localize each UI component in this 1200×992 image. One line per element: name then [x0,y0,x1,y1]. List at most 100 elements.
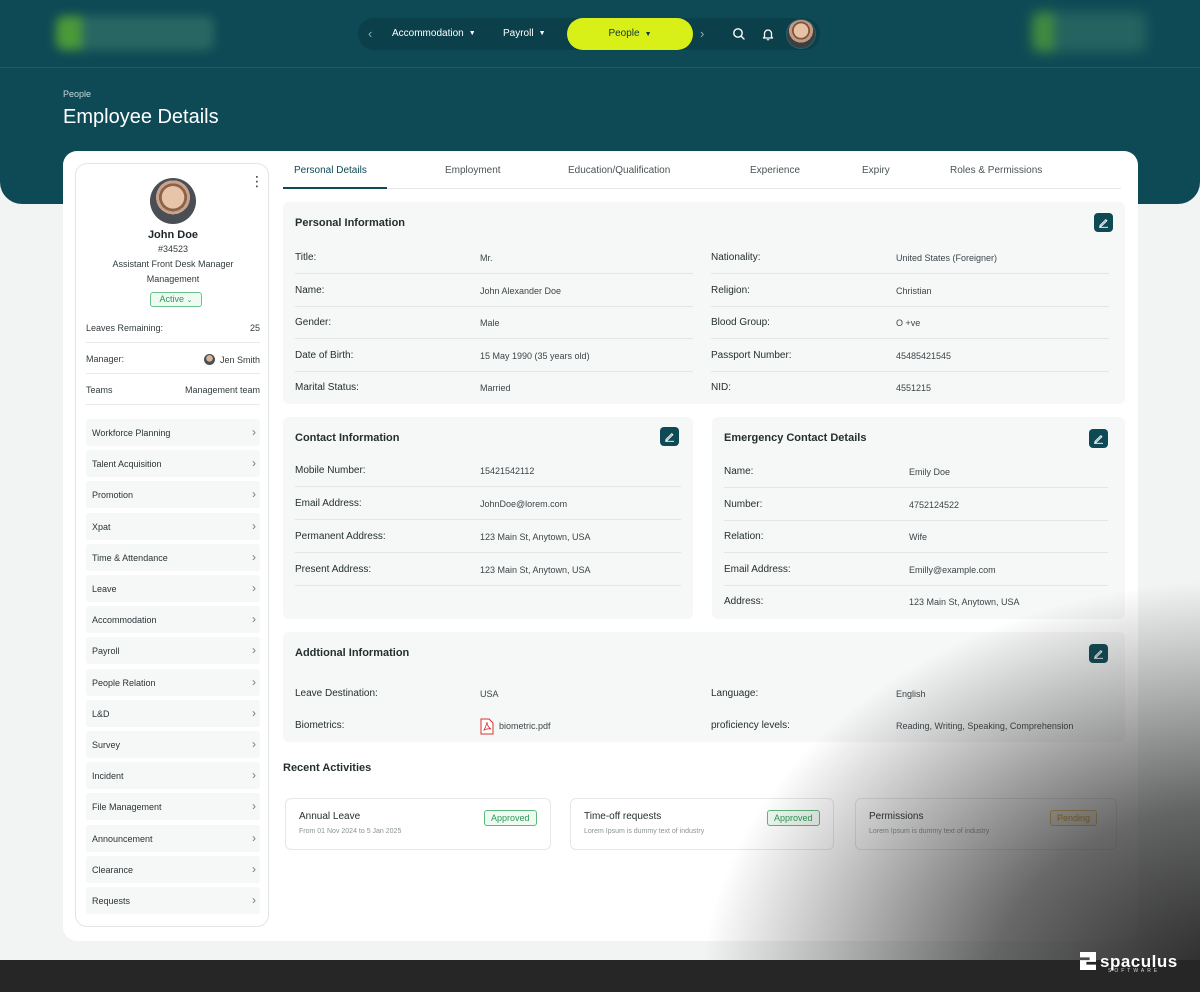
info-row: Title: Mr. [295,242,693,274]
row-label: Teams [86,385,113,395]
menu-item-label: Talent Acquisition [92,459,162,470]
contact-information-section: Contact Information Mobile Number: 154215… [283,417,693,619]
chevron-right-icon: › [252,674,256,689]
menu-item-requests[interactable]: Requests › [86,887,260,914]
edit-emergency-button[interactable] [1089,429,1108,448]
tab-employment[interactable]: Employment [445,165,501,176]
menu-item-survey[interactable]: Survey › [86,731,260,758]
menu-item-label: Accommodation [92,615,157,626]
row-value: 123 Main St, Anytown, USA [480,565,591,575]
activity-title: Time-off requests [584,811,662,822]
tab-experience[interactable]: Experience [750,165,800,176]
menu-item-label: Payroll [92,646,120,657]
bell-icon[interactable] [760,26,776,42]
row-label: Leave Destination: [295,688,378,699]
status-dropdown[interactable]: Active ⌄ [150,292,202,307]
menu-item-talent-acquisition[interactable]: Talent Acquisition › [86,450,260,478]
row-value: Male [480,318,500,328]
menu-item-file-management[interactable]: File Management › [86,793,260,821]
user-profile-menu[interactable] [1032,12,1146,52]
chevron-right-icon: › [252,893,256,907]
row-label: Nationality: [711,252,761,263]
menu-item-incident[interactable]: Incident › [86,762,260,790]
employee-role: Assistant Front Desk Manager [112,259,234,269]
row-label: Number: [724,498,763,510]
edit-personal-button[interactable] [1094,213,1113,232]
nav-next-icon[interactable]: › [700,27,704,41]
activity-title: Annual Leave [299,811,361,822]
info-row: proficiency levels: Reading, Writing, Sp… [711,710,1109,742]
chevron-right-icon: › [252,612,256,627]
row-label: Marital Status: [295,382,359,393]
row-label: Name: [724,466,754,477]
row-label: Date of Birth: [295,349,354,361]
caret-down-icon: ▼ [538,30,546,37]
edit-contact-button[interactable] [660,427,679,446]
teams-row: Teams Management team [86,375,260,405]
menu-item-promotion[interactable]: Promotion › [86,481,260,509]
avatar[interactable] [786,19,816,49]
menu-item-clearance[interactable]: Clearance › [86,855,260,883]
avatar [203,354,215,365]
menu-item-label: Promotion [92,490,134,501]
tab-personal-details[interactable]: Personal Details [294,165,367,176]
row-label: Email Address: [724,563,791,575]
row-value: USA [480,689,499,699]
tab-expiry[interactable]: Expiry [862,165,890,176]
info-row: Nationality: United States (Foreigner) [711,242,1109,274]
info-row: Relation: Wife [724,521,1108,553]
nav-item-accommodation[interactable]: Accommodation ▼ [392,27,476,41]
menu-item-workforce-planning[interactable]: Workforce Planning › [86,419,260,446]
chevron-right-icon: › [252,518,256,533]
info-row: Leave Destination: USA [295,678,693,710]
top-navigation: ‹ Accommodation ▼ Payroll ▼ People ▼ › [358,18,820,50]
search-icon[interactable] [731,26,747,42]
edit-additional-button[interactable] [1089,644,1108,663]
section-title: Personal Information [295,217,406,229]
file-name: biometric.pdf [499,721,551,731]
row-value: 123 Main St, Anytown, USA [480,532,591,542]
activity-card[interactable]: Permissions Lorem Ipsum is dummy text of … [855,798,1117,850]
menu-item-leave[interactable]: Leave › [86,575,260,602]
emergency-contact-section: Emergency Contact Details Name: Emily Doe… [712,417,1125,619]
activity-title: Permissions [869,811,924,822]
menu-item-time-attendance[interactable]: Time & Attendance › [86,543,260,571]
manager-link[interactable]: Jen Smith [203,354,260,365]
info-row: Mobile Number: 15421542112 [295,455,681,487]
tab-education[interactable]: Education/Qualification [568,165,670,176]
row-value: United States (Foreigner) [896,253,998,263]
row-value: Reading, Writing, Speaking, Comprehensio… [896,721,1074,731]
brand-watermark: spaculus SOFTWARE [1080,952,1178,976]
menu-item-label: File Management [92,802,162,813]
menu-item-label: L&D [92,708,110,719]
row-label: Manager: [86,354,125,364]
nav-item-people[interactable]: People ▼ [567,18,693,50]
row-value: 4752124522 [909,499,960,510]
row-value: John Alexander Doe [480,285,562,296]
row-label: Permanent Address: [295,531,386,542]
tab-roles-permissions[interactable]: Roles & Permissions [950,165,1042,176]
employee-department: Management [146,274,200,284]
info-row: Email Address: Emilly@example.com [724,554,1108,586]
nav-prev-icon[interactable]: ‹ [368,27,372,41]
biometric-file-link[interactable]: biometric.pdf [480,718,551,735]
employee-id: #34523 [157,244,189,254]
brand-tagline: SOFTWARE [1108,968,1161,974]
menu-item-accommodation[interactable]: Accommodation › [86,606,260,634]
breadcrumb[interactable]: People [63,89,91,99]
chevron-right-icon: › [252,799,256,814]
row-value: Management team [184,385,260,395]
menu-item-announcement[interactable]: Announcement › [86,824,260,852]
menu-item-payroll[interactable]: Payroll › [86,637,260,665]
company-logo[interactable] [56,16,214,50]
menu-item-l-d[interactable]: L&D › [86,699,260,727]
menu-item-xpat[interactable]: Xpat › [86,512,260,540]
activity-card[interactable]: Annual Leave From 01 Nov 2024 to 5 Jan 20… [285,798,551,850]
nav-item-payroll[interactable]: Payroll ▼ [503,27,546,41]
menu-item-label: Xpat [92,521,111,532]
activity-card[interactable]: Time-off requests Lorem Ipsum is dummy te… [570,798,834,850]
header-divider [0,67,1200,68]
chevron-right-icon: › [252,643,256,658]
menu-item-people-relation[interactable]: People Relation › [86,668,260,696]
more-options-icon[interactable]: ⋮ [250,174,264,190]
